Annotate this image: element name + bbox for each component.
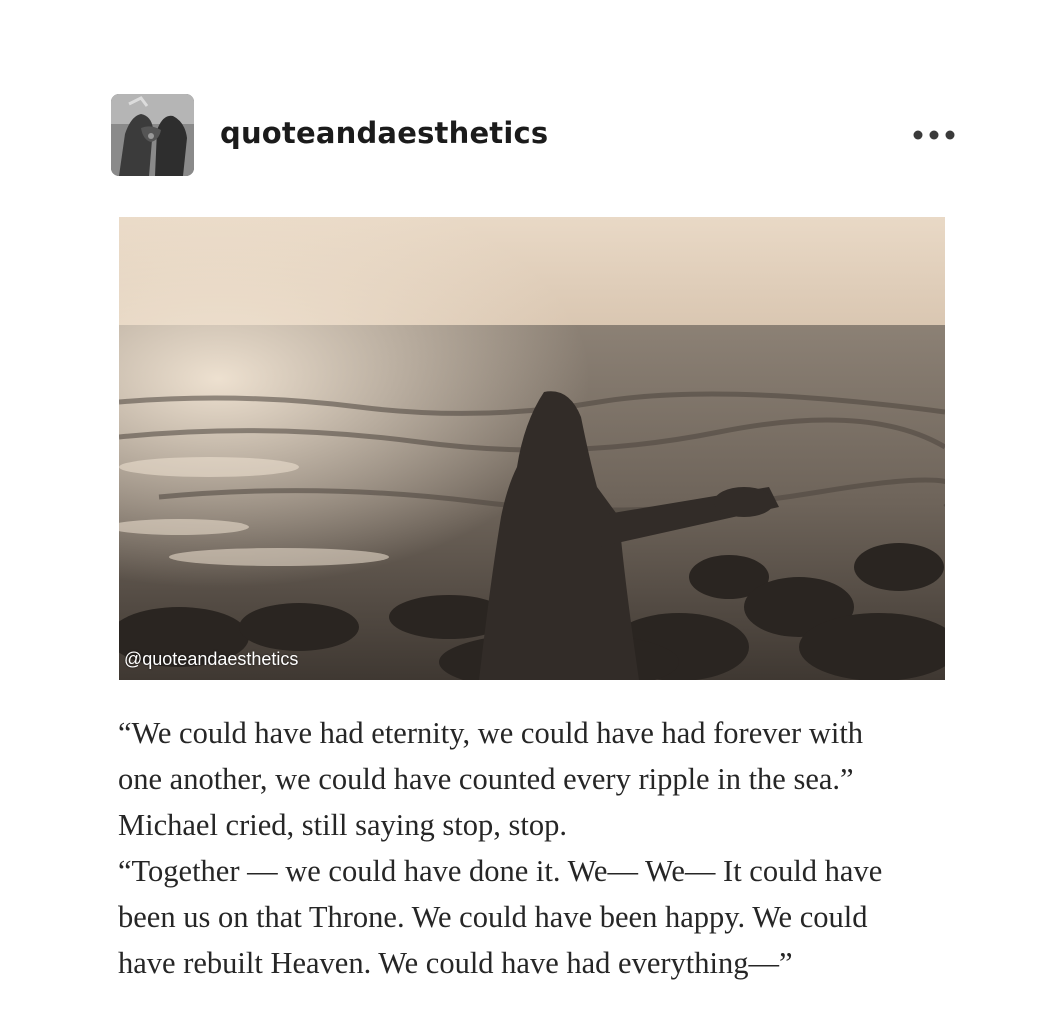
photo-woman-on-rocky-shore-icon: [119, 217, 945, 680]
blog-name-link[interactable]: quoteandaesthetics: [220, 116, 548, 150]
quote-line: “Together — we could have done it. We— W…: [118, 854, 883, 888]
more-options-button[interactable]: [909, 122, 959, 148]
quote-line: Michael cried, still saying stop, stop.: [118, 808, 567, 842]
avatar-hands-photo-icon: [111, 94, 194, 176]
post-photo[interactable]: @quoteandaesthetics: [119, 217, 945, 680]
quote-text: “We could have had eternity, we could ha…: [118, 710, 998, 986]
post-header: quoteandaesthetics: [111, 94, 961, 178]
blog-avatar[interactable]: [111, 94, 194, 176]
quote-line: “We could have had eternity, we could ha…: [118, 716, 864, 750]
ellipsis-icon: [913, 130, 955, 140]
image-watermark: @quoteandaesthetics: [124, 649, 299, 669]
quote-line: one another, we could have counted every…: [118, 762, 854, 796]
quote-line: have rebuilt Heaven. We could have had e…: [118, 946, 793, 980]
quote-line: been us on that Throne. We could have be…: [118, 900, 868, 934]
